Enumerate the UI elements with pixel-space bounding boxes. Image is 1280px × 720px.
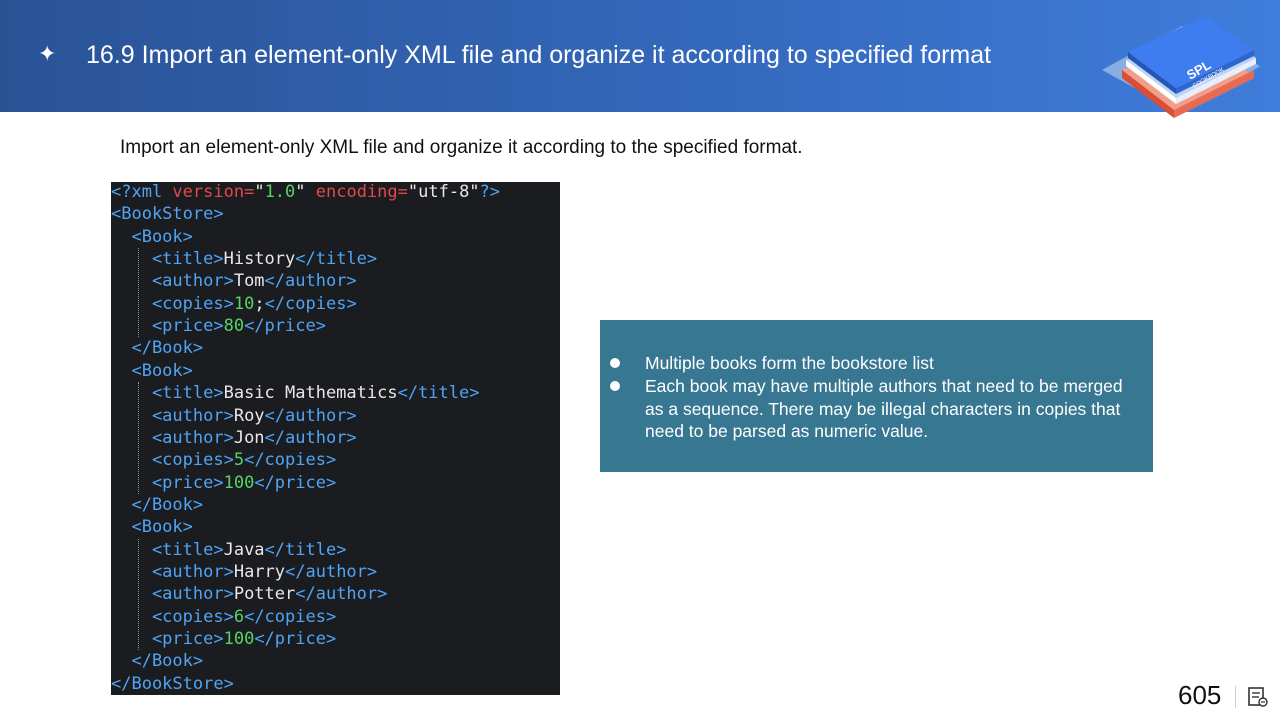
code-line: </Book> xyxy=(111,494,203,516)
code-line: <author>Roy</author> xyxy=(111,405,357,427)
code-token: Potter xyxy=(233,584,296,605)
code-line: <title>Java</title> xyxy=(111,539,347,561)
code-token: <Book> xyxy=(111,226,193,247)
notes-icon[interactable] xyxy=(1247,686,1269,708)
code-token: </price> xyxy=(254,629,337,649)
code-line: </Book> xyxy=(111,337,203,359)
indent-guide xyxy=(138,538,139,651)
code-token: <Book> xyxy=(111,517,193,538)
code-line: <author>Potter</author> xyxy=(111,583,387,605)
code-token: </price> xyxy=(254,472,337,493)
code-token: History xyxy=(223,249,296,270)
code-token: Roy xyxy=(233,405,265,426)
code-line: <copies>10;</copies> xyxy=(111,293,357,315)
code-token: </author> xyxy=(285,561,378,582)
code-line: <Book> xyxy=(111,226,193,248)
code-token: </title> xyxy=(264,539,347,560)
code-token: <author> xyxy=(111,584,234,605)
code-token: </copies> xyxy=(244,450,337,471)
code-token: 100 xyxy=(223,472,255,493)
code-token: "utf-8" xyxy=(407,182,480,202)
slide-title: 16.9 Import an element-only XML file and… xyxy=(86,41,992,69)
code-token: <price> xyxy=(111,316,224,337)
code-token: <copies> xyxy=(111,606,234,627)
code-token: <price> xyxy=(111,472,224,493)
code-token: </author> xyxy=(264,405,357,426)
code-token: </Book> xyxy=(111,651,204,672)
title-bar: ✦ 16.9 Import an element-only XML file a… xyxy=(0,0,1280,118)
code-token: <title> xyxy=(111,383,224,404)
code-token: <price> xyxy=(111,629,224,649)
code-line: <price>80</price> xyxy=(111,315,326,337)
code-token: ; xyxy=(254,293,265,314)
code-token: " xyxy=(295,182,316,202)
code-token: 100 xyxy=(223,629,255,649)
code-token: </BookStore> xyxy=(111,673,234,694)
code-token: 1.0 xyxy=(264,182,296,202)
bullet-text: Each book may have multiple authors that… xyxy=(645,376,1123,441)
code-token: Basic Mathematics xyxy=(223,383,398,404)
code-token: <title> xyxy=(111,249,224,270)
code-token: <author> xyxy=(111,427,234,448)
code-token: 5 xyxy=(233,450,245,471)
code-token: </author> xyxy=(295,584,388,605)
code-token: Java xyxy=(223,539,265,560)
code-token: </title> xyxy=(397,383,480,404)
code-token: <Book> xyxy=(111,360,193,381)
code-token: <BookStore> xyxy=(111,204,224,225)
code-token: 80 xyxy=(223,316,245,337)
intro-text: Import an element-only XML file and orga… xyxy=(120,137,803,158)
book-stack-logo: SPL COOKBOOK xyxy=(1102,16,1260,118)
code-token: 10 xyxy=(233,293,255,314)
code-token: <title> xyxy=(111,539,224,560)
indent-guide xyxy=(138,382,139,494)
xml-code-block: <?xml version="1.0" encoding="utf-8"?> <B… xyxy=(111,182,560,695)
code-token: </copies> xyxy=(244,606,337,627)
code-token: </Book> xyxy=(111,494,204,515)
code-token: Harry xyxy=(233,561,286,582)
code-token: <?xml xyxy=(111,182,173,202)
code-token: <author> xyxy=(111,561,234,582)
code-token: <copies> xyxy=(111,293,234,314)
code-line: <author>Harry</author> xyxy=(111,561,377,583)
code-line: <Book> xyxy=(111,360,193,382)
code-token: <copies> xyxy=(111,450,234,471)
code-token: ?> xyxy=(479,182,501,202)
code-line: <copies>6</copies> xyxy=(111,606,336,628)
code-line: <author>Tom</author> xyxy=(111,270,357,292)
code-token: Jon xyxy=(233,427,265,448)
info-box: Multiple books form the bookstore list Ea… xyxy=(600,320,1153,472)
code-line: <price>100</price> xyxy=(111,472,336,494)
code-line: </Book> xyxy=(111,650,203,672)
code-token: </title> xyxy=(295,249,378,270)
code-token: version= xyxy=(172,182,255,202)
code-token: 6 xyxy=(233,606,245,627)
code-token: </author> xyxy=(264,271,357,292)
code-line: <?xml version="1.0" encoding="utf-8"?> xyxy=(111,182,500,203)
indent-guide xyxy=(138,248,139,338)
code-token: Tom xyxy=(233,271,265,292)
title-bullet-icon: ✦ xyxy=(38,42,57,67)
code-line: <title>Basic Mathematics</title> xyxy=(111,382,480,404)
code-token: </author> xyxy=(264,427,357,448)
bullet-dot xyxy=(610,381,620,391)
code-token: <author> xyxy=(111,271,234,292)
code-line: <title>History</title> xyxy=(111,248,377,270)
bullet-text: Multiple books form the bookstore list xyxy=(645,353,934,373)
code-line: </BookStore> xyxy=(111,673,234,695)
code-token: </Book> xyxy=(111,338,204,359)
code-token: </price> xyxy=(244,316,326,337)
code-token: </copies> xyxy=(264,293,357,314)
code-line: <price>100</price> xyxy=(111,628,336,650)
code-line: <Book> xyxy=(111,516,193,538)
page-number: 605 xyxy=(1178,680,1222,710)
code-token: <author> xyxy=(111,405,234,426)
code-token: " xyxy=(254,182,265,202)
footer-divider xyxy=(1235,686,1236,708)
code-line: <copies>5</copies> xyxy=(111,449,336,471)
bullet-dot xyxy=(610,358,620,368)
code-token: encoding= xyxy=(315,182,408,202)
code-line: <BookStore> xyxy=(111,203,224,225)
code-line: <author>Jon</author> xyxy=(111,427,357,449)
